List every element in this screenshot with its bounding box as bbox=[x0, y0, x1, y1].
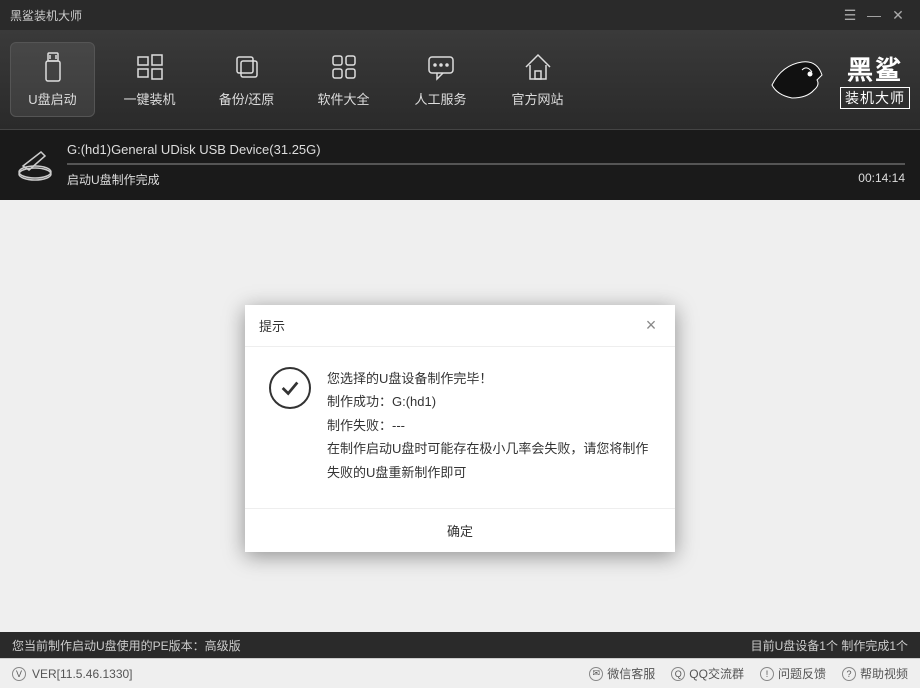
device-count-text: 目前U盘设备1个 制作完成1个 bbox=[751, 637, 908, 654]
menu-icon[interactable]: ☰ bbox=[838, 7, 862, 24]
tool-label: 一键装机 bbox=[123, 89, 175, 108]
dialog-message: 您选择的U盘设备制作完毕！ 制作成功：G:(hd1) 制作失败：--- 在制作启… bbox=[327, 367, 651, 484]
home-icon bbox=[522, 51, 554, 83]
qq-link[interactable]: QQQ交流群 bbox=[671, 665, 744, 682]
apps-icon bbox=[328, 51, 360, 83]
status-bar: 您当前制作启动U盘使用的PE版本：高级版 目前U盘设备1个 制作完成1个 bbox=[0, 632, 920, 658]
dialog-line4: 在制作启动U盘时可能存在极小几率会失败，请您将制作失败的U盘重新制作即可 bbox=[327, 437, 651, 484]
window-title: 黑鲨装机大师 bbox=[10, 7, 838, 24]
windows-icon bbox=[134, 51, 166, 83]
pe-version-text: 您当前制作启动U盘使用的PE版本：高级版 bbox=[12, 637, 751, 654]
feedback-icon: ! bbox=[760, 667, 774, 681]
minimize-icon[interactable]: — bbox=[862, 7, 886, 23]
version-text: VER[11.5.46.1330] bbox=[32, 667, 133, 681]
device-bar: G:(hd1)General UDisk USB Device(31.25G) … bbox=[0, 130, 920, 200]
main-toolbar: U盘启动 一键装机 备份/还原 软件大全 人工服务 官方网站 黑鲨 装机大师 bbox=[0, 30, 920, 130]
chat-icon bbox=[425, 51, 457, 83]
success-check-icon bbox=[269, 367, 311, 409]
tool-usb-boot[interactable]: U盘启动 bbox=[10, 42, 95, 117]
shark-icon bbox=[762, 50, 832, 110]
device-status: 启动U盘制作完成 bbox=[67, 171, 160, 188]
brand-line1: 黑鲨 bbox=[847, 50, 903, 87]
progress-bar bbox=[67, 163, 905, 165]
brand-logo: 黑鲨 装机大师 bbox=[762, 50, 910, 110]
dialog-close-button[interactable]: × bbox=[641, 315, 661, 336]
tool-service[interactable]: 人工服务 bbox=[398, 42, 483, 117]
dialog-line3: 制作失败：--- bbox=[327, 414, 651, 437]
help-link[interactable]: ?帮助视频 bbox=[842, 665, 908, 682]
tool-label: 官方网站 bbox=[511, 89, 563, 108]
help-icon: ? bbox=[842, 667, 856, 681]
tool-backup[interactable]: 备份/还原 bbox=[204, 42, 289, 117]
tool-website[interactable]: 官方网站 bbox=[495, 42, 580, 117]
dialog-body: 您选择的U盘设备制作完毕！ 制作成功：G:(hd1) 制作失败：--- 在制作启… bbox=[245, 347, 675, 508]
dialog-line2: 制作成功：G:(hd1) bbox=[327, 390, 651, 413]
dialog-ok-label: 确定 bbox=[447, 524, 473, 539]
tool-software[interactable]: 软件大全 bbox=[301, 42, 386, 117]
close-icon[interactable]: ✕ bbox=[886, 7, 910, 24]
version-icon: V bbox=[12, 667, 26, 681]
version-bar: V VER[11.5.46.1330] ✉微信客服 QQQ交流群 !问题反馈 ?… bbox=[0, 658, 920, 688]
tool-oneclick[interactable]: 一键装机 bbox=[107, 42, 192, 117]
dialog-title: 提示 bbox=[259, 316, 641, 335]
title-bar: 黑鲨装机大师 ☰ — ✕ bbox=[0, 0, 920, 30]
brand-line2: 装机大师 bbox=[840, 87, 910, 109]
dialog-line1: 您选择的U盘设备制作完毕！ bbox=[327, 367, 651, 390]
device-name: G:(hd1)General UDisk USB Device(31.25G) bbox=[67, 142, 905, 157]
dialog: 提示 × 您选择的U盘设备制作完毕！ 制作成功：G:(hd1) 制作失败：---… bbox=[245, 305, 675, 552]
feedback-link[interactable]: !问题反馈 bbox=[760, 665, 826, 682]
dialog-ok-button[interactable]: 确定 bbox=[245, 508, 675, 552]
wechat-icon: ✉ bbox=[589, 667, 603, 681]
disk-write-icon bbox=[15, 148, 55, 182]
tool-label: 软件大全 bbox=[317, 89, 369, 108]
wechat-link[interactable]: ✉微信客服 bbox=[589, 665, 655, 682]
usb-icon bbox=[37, 51, 69, 83]
qq-icon: Q bbox=[671, 667, 685, 681]
backup-icon bbox=[231, 51, 263, 83]
dialog-overlay: 提示 × 您选择的U盘设备制作完毕！ 制作成功：G:(hd1) 制作失败：---… bbox=[0, 200, 920, 632]
tool-label: 人工服务 bbox=[414, 89, 466, 108]
tool-label: U盘启动 bbox=[28, 89, 76, 108]
device-time: 00:14:14 bbox=[858, 171, 905, 188]
content-area: 提示 × 您选择的U盘设备制作完毕！ 制作成功：G:(hd1) 制作失败：---… bbox=[0, 200, 920, 632]
tool-label: 备份/还原 bbox=[219, 89, 275, 108]
dialog-header: 提示 × bbox=[245, 305, 675, 347]
